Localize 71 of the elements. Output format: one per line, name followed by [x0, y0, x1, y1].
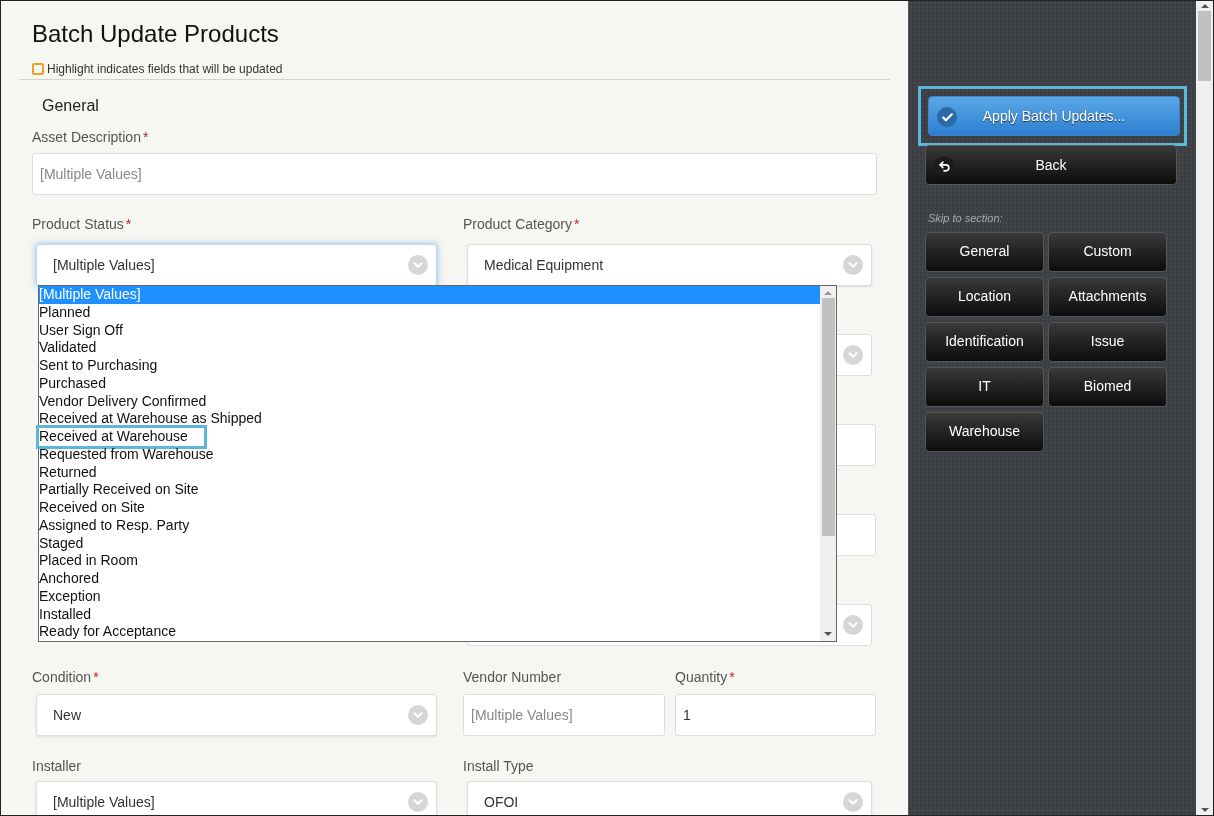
- dropdown-option[interactable]: Anchored: [39, 570, 820, 588]
- legend-text: Highlight indicates fields that will be updated: [47, 61, 283, 78]
- chevron-icon: [843, 792, 863, 812]
- scrollbar[interactable]: [820, 286, 836, 641]
- field-label: Vendor Number: [463, 667, 562, 687]
- field-label: Product Status: [32, 214, 124, 234]
- input-field[interactable]: [Multiple Values]: [32, 153, 877, 195]
- dropdown-option[interactable]: Requested from Warehouse: [39, 445, 820, 464]
- section-button[interactable]: IT: [925, 366, 1044, 407]
- dropdown-option[interactable]: Partially Received on Site: [39, 481, 820, 499]
- checkbox[interactable]: [32, 63, 44, 75]
- dropdown-option[interactable]: Placed in Room: [39, 552, 820, 570]
- dropdown-option[interactable]: Validated: [39, 339, 820, 357]
- scrollbar-thumb[interactable]: [821, 298, 835, 536]
- dropdown-option[interactable]: Planned: [39, 303, 820, 322]
- required-mark: *: [573, 214, 580, 234]
- select-field[interactable]: [Multiple Values]: [36, 244, 437, 286]
- field-label: Asset Description: [32, 127, 141, 147]
- section-heading: General: [42, 96, 100, 116]
- chevron-icon: [408, 705, 428, 725]
- dropdown-option[interactable]: Sent to Purchasing: [39, 357, 820, 375]
- section-button[interactable]: Identification: [925, 321, 1044, 362]
- chevron-icon: [843, 255, 863, 275]
- dropdown-option[interactable]: Received at Warehouse as Shipped: [39, 410, 820, 428]
- select-field[interactable]: OFOI: [467, 781, 872, 815]
- select-field[interactable]: Medical Equipment: [467, 244, 872, 286]
- required-mark: *: [93, 667, 99, 687]
- field-label: Product Category: [463, 214, 572, 234]
- dropdown-option[interactable]: Returned: [39, 463, 820, 482]
- section-button[interactable]: General: [925, 231, 1044, 272]
- scrollbar-thumb[interactable]: [1198, 11, 1211, 81]
- dropdown-option[interactable]: Received at Warehouse: [39, 428, 204, 446]
- required-mark: *: [142, 127, 149, 147]
- field-label: Condition: [32, 667, 92, 687]
- dropdown-option[interactable]: Vendor Delivery Confirmed: [39, 392, 820, 411]
- input-field[interactable]: 1: [675, 694, 876, 736]
- dropdown-option[interactable]: Ready for Acceptance: [39, 623, 820, 641]
- field-label: Quantity: [675, 667, 728, 687]
- up-arrow-icon[interactable]: [1199, 1, 1210, 11]
- chevron-icon: [843, 345, 863, 365]
- section-button[interactable]: Issue: [1048, 321, 1167, 362]
- skip-label: Skip to section:: [928, 211, 1004, 226]
- required-mark: *: [125, 214, 132, 234]
- dropdown-list[interactable]: [38, 285, 837, 642]
- check-icon: [937, 107, 957, 127]
- field-label: Install Type: [463, 756, 534, 776]
- chevron-icon: [843, 615, 863, 635]
- select-field[interactable]: New: [36, 694, 437, 736]
- select-field[interactable]: [Multiple Values]: [36, 781, 437, 815]
- required-mark: *: [729, 667, 735, 687]
- undo-icon: [934, 156, 954, 176]
- dropdown-option[interactable]: Staged: [39, 534, 820, 553]
- dropdown-option[interactable]: Installed: [39, 605, 820, 624]
- input-field[interactable]: [Multiple Values]: [463, 694, 665, 736]
- section-button[interactable]: Location: [925, 276, 1044, 317]
- field-label: Installer: [32, 756, 82, 776]
- section-button[interactable]: Biomed: [1048, 366, 1167, 407]
- chevron-icon: [408, 255, 428, 275]
- section-button[interactable]: Custom: [1048, 231, 1167, 272]
- back-button[interactable]: Back: [925, 145, 1177, 185]
- page-title: Batch Update Products: [32, 19, 280, 49]
- section-button[interactable]: Warehouse: [925, 411, 1044, 452]
- down-arrow-icon[interactable]: [1199, 805, 1210, 815]
- dropdown-option[interactable]: User Sign Off: [39, 321, 820, 340]
- dropdown-option[interactable]: Purchased: [39, 374, 820, 393]
- page-scrollbar[interactable]: [1196, 1, 1213, 815]
- dropdown-option[interactable]: Assigned to Resp. Party: [39, 516, 820, 535]
- chevron-icon: [408, 792, 428, 812]
- section-button[interactable]: Attachments: [1048, 276, 1167, 317]
- dropdown-option[interactable]: Received on Site: [39, 499, 820, 517]
- dropdown-option[interactable]: Exception: [39, 587, 820, 606]
